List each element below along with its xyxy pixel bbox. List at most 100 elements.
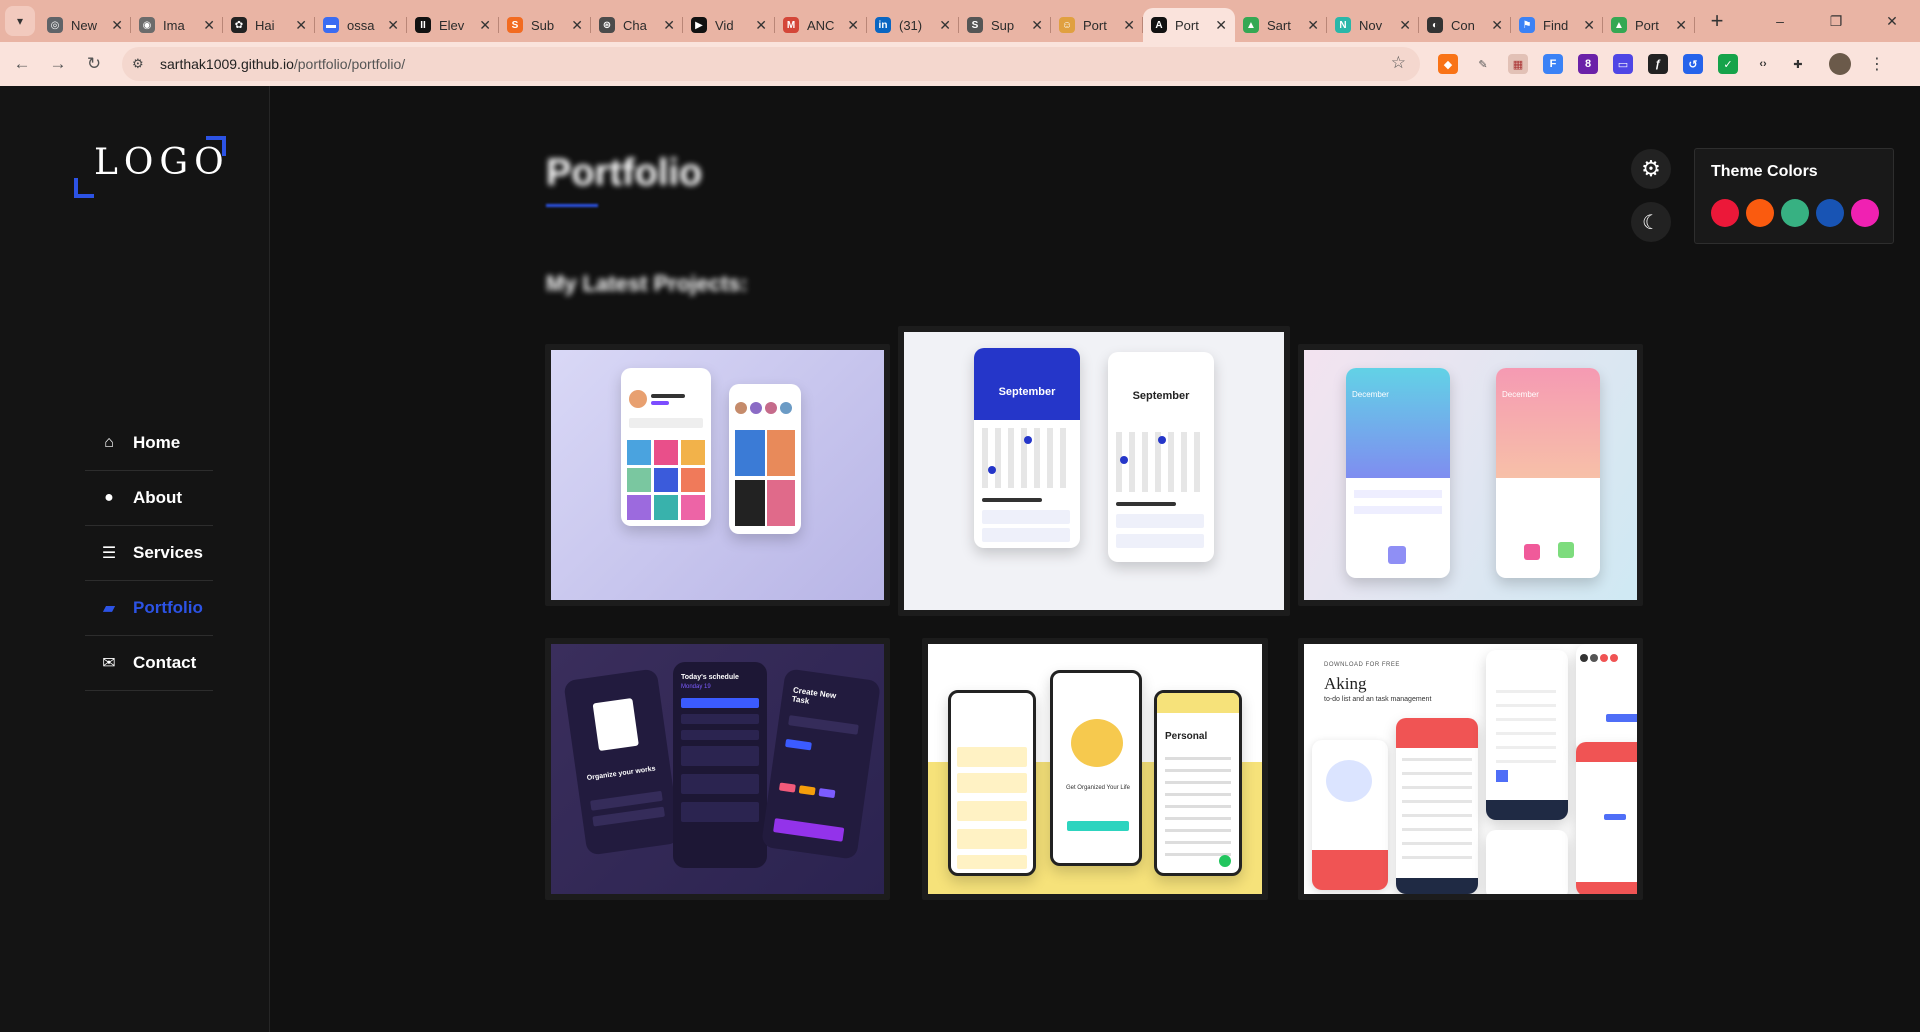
browser-tab[interactable]: ◐ Con ✕ — [1419, 8, 1511, 42]
sidebar-item-about[interactable]: ● About — [85, 471, 213, 526]
tab-title: Elev — [439, 17, 465, 33]
code-extension-icon[interactable]: ‹› — [1753, 54, 1773, 74]
site-info-icon[interactable]: ⚙ — [132, 56, 152, 72]
tab-close-icon[interactable]: ✕ — [847, 17, 859, 34]
browser-tab[interactable]: ▬ ossa ✕ — [315, 8, 407, 42]
sidebar-item-contact[interactable]: ✉ Contact — [85, 636, 213, 691]
tab-close-icon[interactable]: ✕ — [1675, 17, 1687, 34]
tab-close-icon[interactable]: ✕ — [1031, 17, 1043, 34]
pen-extension-icon[interactable]: ✎ — [1473, 54, 1493, 74]
browser-tab[interactable]: ◉ Ima ✕ — [131, 8, 223, 42]
portfolio-item-5[interactable]: Get Organized Your Life Personal — [922, 638, 1268, 900]
window-controls: – ❐ ✕ — [1752, 0, 1920, 42]
chevron-down-icon[interactable]: ▾ — [5, 6, 35, 36]
puzzle-extensions-icon[interactable]: ✚ — [1788, 54, 1808, 74]
portfolio-item-4[interactable]: Organize your works Today's schedule Mon… — [545, 638, 890, 900]
badge-extension-icon[interactable]: 8 — [1578, 54, 1598, 74]
browser-tab[interactable]: ☺ Port ✕ — [1051, 8, 1143, 42]
theme-color-swatch[interactable] — [1816, 199, 1844, 227]
sidebar-item-home[interactable]: ⌂ Home — [85, 416, 213, 471]
browser-tab[interactable]: ◎ New ✕ — [39, 8, 131, 42]
theme-color-swatch[interactable] — [1781, 199, 1809, 227]
phone-mockup: Create New Task — [760, 668, 882, 860]
url-path: /portfolio/portfolio/ — [293, 56, 406, 72]
browser-tab[interactable]: ▶ Vid ✕ — [683, 8, 775, 42]
tab-close-icon[interactable]: ✕ — [755, 17, 767, 34]
tab-close-icon[interactable]: ✕ — [295, 17, 307, 34]
phone-mockup: September — [1108, 352, 1214, 562]
tab-close-icon[interactable]: ✕ — [1215, 17, 1227, 34]
forward-icon[interactable]: → — [44, 50, 72, 78]
tab-favicon-icon: ▲ — [1243, 17, 1259, 33]
tab-close-icon[interactable]: ✕ — [111, 17, 123, 34]
profile-avatar[interactable] — [1829, 53, 1851, 75]
leaf-extension-icon[interactable]: ✓ — [1718, 54, 1738, 74]
tab-title: (31) — [899, 17, 923, 33]
browser-tab[interactable]: N Nov ✕ — [1327, 8, 1419, 42]
logo[interactable]: LOGO — [74, 136, 226, 198]
tab-close-icon[interactable]: ✕ — [479, 17, 491, 34]
tab-favicon-icon: A — [1151, 17, 1167, 33]
tab-close-icon[interactable]: ✕ — [1399, 17, 1411, 34]
browser-tab[interactable]: M ANC ✕ — [775, 8, 867, 42]
browser-tab[interactable]: ⚑ Find ✕ — [1511, 8, 1603, 42]
portfolio-item-2[interactable]: September September — [898, 326, 1290, 616]
portfolio-item-6[interactable]: DOWNLOAD FOR FREE Aking to-do list and a… — [1298, 638, 1643, 900]
tab-close-icon[interactable]: ✕ — [1583, 17, 1595, 34]
sidebar-item-services[interactable]: ☰ Services — [85, 526, 213, 581]
back-icon[interactable]: ← — [8, 50, 36, 78]
tab-close-icon[interactable]: ✕ — [1491, 17, 1503, 34]
f-extension-icon[interactable]: F — [1543, 54, 1563, 74]
project-thumbnail-5: Get Organized Your Life Personal — [928, 644, 1262, 894]
theme-color-swatch[interactable] — [1711, 199, 1739, 227]
tab-title: Nov — [1359, 17, 1383, 33]
tab-title: Ima — [163, 17, 185, 33]
browser-tab[interactable]: S Sub ✕ — [499, 8, 591, 42]
browser-tab[interactable]: S Sup ✕ — [959, 8, 1051, 42]
tab-close-icon[interactable]: ✕ — [939, 17, 951, 34]
tab-favicon-icon: N — [1335, 17, 1351, 33]
phone-mockup: Get Organized Your Life — [1050, 670, 1142, 866]
browser-tab[interactable]: II Elev ✕ — [407, 8, 499, 42]
tab-close-icon[interactable]: ✕ — [663, 17, 675, 34]
close-window-icon[interactable]: ✕ — [1864, 0, 1920, 42]
browser-tab[interactable]: ✿ Hai ✕ — [223, 8, 315, 42]
font-extension-icon[interactable]: ƒ — [1648, 54, 1668, 74]
browser-tab[interactable]: ▲ Port ✕ — [1603, 8, 1695, 42]
browser-tab[interactable]: ⊛ Cha ✕ — [591, 8, 683, 42]
tab-title: Find — [1543, 17, 1569, 33]
theme-color-swatch[interactable] — [1851, 199, 1879, 227]
calendar-month-label: September — [998, 386, 1056, 398]
extension-icon[interactable]: ◆ — [1438, 54, 1458, 74]
tab-close-icon[interactable]: ✕ — [1307, 17, 1319, 34]
minimize-icon[interactable]: – — [1752, 0, 1808, 42]
tab-close-icon[interactable]: ✕ — [571, 17, 583, 34]
browser-tab-active[interactable]: A Port ✕ — [1143, 8, 1235, 42]
portfolio-item-1[interactable] — [545, 344, 890, 606]
bookmark-star-icon[interactable]: ☆ — [1391, 53, 1406, 73]
calendar-extension-icon[interactable]: ▦ — [1508, 54, 1528, 74]
gear-icon[interactable]: ⚙ — [1631, 149, 1671, 189]
list-icon: ☰ — [101, 545, 117, 562]
reload-icon[interactable]: ↻ — [80, 50, 108, 78]
new-tab-button[interactable]: + — [1703, 8, 1731, 34]
restore-icon[interactable]: ❐ — [1808, 0, 1864, 42]
moon-icon[interactable]: ☾ — [1631, 202, 1671, 242]
create-task-title: Create New Task — [791, 685, 837, 706]
screen-extension-icon[interactable]: ▭ — [1613, 54, 1633, 74]
theme-color-swatch[interactable] — [1746, 199, 1774, 227]
phone-mockup — [948, 690, 1036, 876]
more-menu-icon[interactable]: ⋮ — [1869, 54, 1885, 74]
phone-mockup: September — [974, 348, 1080, 548]
sidebar-item-portfolio[interactable]: ▰ Portfolio — [85, 581, 213, 636]
tab-title: Hai — [255, 17, 275, 33]
browser-tab[interactable]: in (31) ✕ — [867, 8, 959, 42]
phone-mockup — [621, 368, 711, 526]
portfolio-item-3[interactable]: December December — [1298, 344, 1643, 606]
tab-close-icon[interactable]: ✕ — [387, 17, 399, 34]
browser-tab[interactable]: ▲ Sart ✕ — [1235, 8, 1327, 42]
sync-extension-icon[interactable]: ↺ — [1683, 54, 1703, 74]
address-bar[interactable]: ⚙ sarthak1009.github.io/portfolio/portfo… — [122, 47, 1420, 81]
tab-close-icon[interactable]: ✕ — [203, 17, 215, 34]
tab-close-icon[interactable]: ✕ — [1123, 17, 1135, 34]
